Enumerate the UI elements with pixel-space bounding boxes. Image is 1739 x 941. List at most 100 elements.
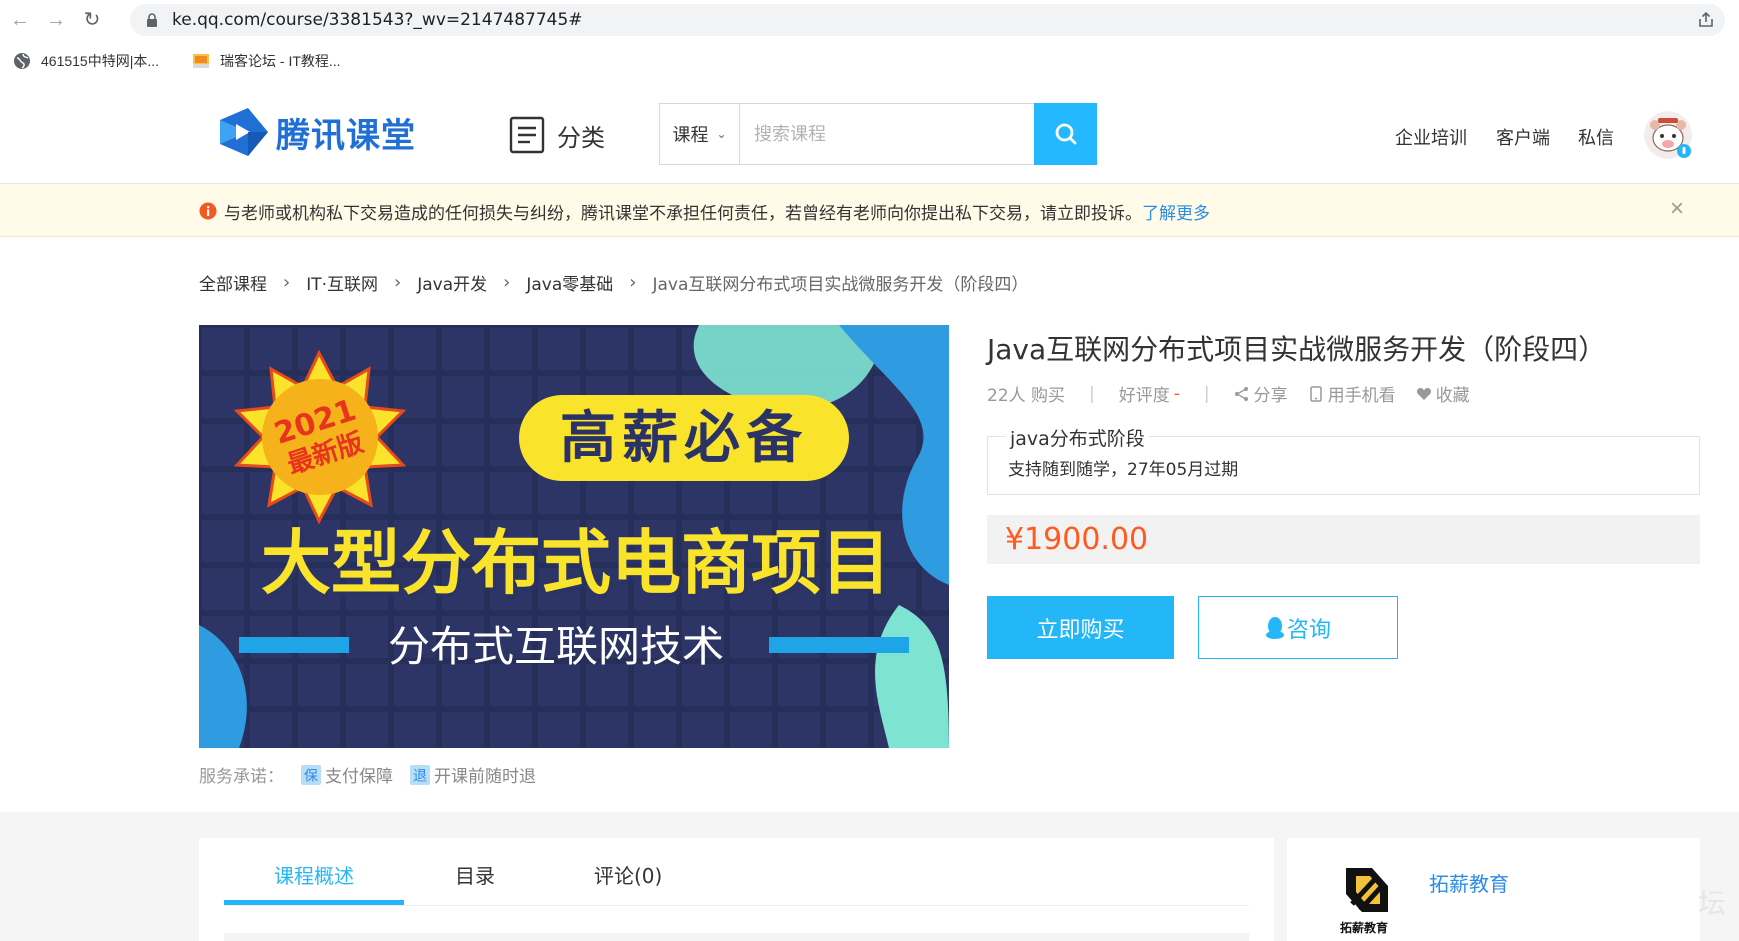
share-page-icon[interactable]: [1697, 11, 1715, 29]
avatar[interactable]: [1644, 111, 1692, 159]
rating-value: -: [1173, 383, 1180, 404]
user-avatar-icon: [1645, 112, 1691, 158]
refund-anytime[interactable]: 退 开课前随时退: [409, 762, 536, 787]
tab-content-area: [224, 933, 1249, 941]
site-header: 腾讯课堂 分类 课程 ⌄ 企业培训 客户端 私信: [0, 84, 1739, 184]
divider: |: [1203, 383, 1210, 404]
guarantee-icon: 保: [301, 764, 321, 785]
lock-icon: [147, 13, 157, 27]
client-app-link[interactable]: 客户端: [1496, 124, 1550, 150]
category-menu[interactable]: 分类: [509, 116, 605, 154]
price: ¥1900.00: [1005, 522, 1149, 557]
category-label: 分类: [557, 123, 605, 152]
messages-link[interactable]: 私信: [1578, 124, 1614, 150]
divider: |: [1089, 383, 1095, 404]
forward-icon[interactable]: →: [44, 8, 68, 32]
notice-message: 与老师或机构私下交易造成的任何损失与纠纷，腾讯课堂不承担任何责任，若曾经有老师向…: [224, 204, 1142, 224]
tab-catalog[interactable]: 目录: [455, 860, 495, 889]
plan-title: java分布式阶段: [1006, 424, 1149, 451]
consult-label: 咨询: [1286, 617, 1331, 643]
breadcrumb-item[interactable]: Java零基础: [526, 270, 613, 295]
list-icon: [509, 116, 545, 154]
organization-logo[interactable]: 拓薪教育: [1332, 864, 1396, 936]
search-button[interactable]: [1034, 103, 1097, 165]
bookmark-label: 461515中特网|本...: [41, 53, 160, 69]
share-label: 分享: [1253, 386, 1288, 406]
svg-text:拓薪教育: 拓薪教育: [1340, 920, 1388, 935]
breadcrumb-item[interactable]: Java开发: [417, 270, 487, 295]
notice-text: 与老师或机构私下交易造成的任何损失与纠纷，腾讯课堂不承担任何责任，若曾经有老师向…: [224, 199, 1210, 224]
favorite-label: 收藏: [1435, 386, 1470, 406]
bookmarks-bar: 461515中特网|本... 瑞客论坛 - IT教程...: [0, 44, 1739, 78]
share-button[interactable]: 分享: [1234, 381, 1288, 406]
watermark: 坛: [1698, 887, 1727, 920]
site-favicon-icon: [193, 54, 209, 68]
play-logo-icon: [220, 108, 268, 156]
close-icon[interactable]: ×: [1666, 197, 1688, 221]
browser-toolbar: ← → ↻ ke.qq.com/course/3381543?_wv=21474…: [0, 0, 1739, 40]
search-box: 课程 ⌄: [659, 103, 1097, 165]
info-icon: [199, 202, 217, 220]
service-promise: 服务承诺： 保 支付保障 退 开课前随时退: [199, 762, 536, 787]
banner-subline: 分布式互联网技术: [388, 622, 724, 671]
globe-icon: [14, 53, 30, 69]
qq-penguin-icon: [1265, 616, 1284, 639]
organization-name[interactable]: 拓薪教育: [1429, 868, 1509, 897]
chevron-down-icon: ⌄: [716, 127, 727, 141]
breadcrumb-item[interactable]: IT·互联网: [306, 270, 378, 295]
search-icon: [1055, 123, 1076, 145]
tab-comments[interactable]: 评论(0): [594, 860, 662, 889]
organization-card: 拓薪教育 拓薪教育: [1287, 838, 1700, 941]
reload-icon[interactable]: ↻: [80, 8, 104, 32]
banner-headline: 大型分布式电商项目: [261, 522, 891, 604]
breadcrumb: 全部课程 › IT·互联网 › Java开发 › Java零基础 › Java互…: [199, 270, 1028, 295]
refund-label: 开课前随时退: [434, 767, 536, 787]
course-meta: 22人 购买 | 好评度 - | 分享 用手机看 收藏: [987, 381, 1490, 407]
tab-overview[interactable]: 课程概述: [274, 860, 354, 889]
chevron-right-icon: ›: [629, 272, 637, 293]
rating-label: 好评度: [1118, 386, 1170, 406]
bookmark-label: 瑞客论坛 - IT教程...: [220, 53, 341, 69]
chevron-right-icon: ›: [503, 272, 511, 293]
mobile-view-label: 用手机看: [1327, 386, 1396, 406]
refund-icon: 退: [410, 764, 430, 785]
phone-icon: [1309, 385, 1322, 402]
heart-icon: [1416, 387, 1431, 400]
price-box: ¥1900.00: [987, 515, 1700, 564]
plan-description: 支持随到随学，27年05月过期: [1008, 460, 1239, 480]
mobile-view-button[interactable]: 用手机看: [1308, 381, 1396, 406]
payment-guarantee[interactable]: 保 支付保障: [300, 762, 393, 787]
breadcrumb-item[interactable]: 全部课程: [199, 270, 267, 295]
address-bar[interactable]: ke.qq.com/course/3381543?_wv=2147487745#: [130, 4, 1725, 36]
breadcrumb-current: Java互联网分布式项目实战微服务开发（阶段四）: [652, 275, 1029, 295]
bookmark-item[interactable]: 461515中特网|本...: [13, 50, 159, 72]
service-label: 服务承诺：: [199, 767, 284, 787]
url-text[interactable]: ke.qq.com/course/3381543?_wv=2147487745#: [172, 10, 583, 30]
site-logo[interactable]: 腾讯课堂: [214, 106, 416, 158]
chevron-right-icon: ›: [283, 272, 291, 293]
banner-artwork: 2021 最新版 高薪必备 大型分布式电商项目 大型分布式电商项目 分布式互联网…: [199, 325, 949, 748]
chevron-right-icon: ›: [394, 272, 402, 293]
payment-guarantee-label: 支付保障: [325, 767, 393, 787]
banner-tag: 高薪必备: [560, 406, 808, 471]
search-type-dropdown[interactable]: 课程 ⌄: [660, 104, 740, 164]
consult-button[interactable]: 咨询: [1198, 596, 1398, 659]
buyer-count: 22人 购买: [987, 386, 1066, 406]
svg-text:保: 保: [304, 768, 318, 784]
course-banner: 2021 最新版 高薪必备 大型分布式电商项目 大型分布式电商项目 分布式互联网…: [199, 325, 949, 748]
share-icon: [1234, 386, 1248, 401]
course-tabs: 课程概述 目录 评论(0): [199, 838, 1274, 941]
back-icon[interactable]: ←: [8, 8, 32, 32]
favorite-button[interactable]: 收藏: [1416, 381, 1470, 406]
plan-option[interactable]: java分布式阶段 支持随到随学，27年05月过期: [987, 424, 1700, 495]
learn-more-link[interactable]: 了解更多: [1142, 204, 1210, 224]
search-type-label: 课程: [672, 125, 709, 146]
svg-text:退: 退: [413, 768, 427, 784]
notice-bar: 与老师或机构私下交易造成的任何损失与纠纷，腾讯课堂不承担任何责任，若曾经有老师向…: [0, 184, 1739, 237]
enterprise-training-link[interactable]: 企业培训: [1395, 124, 1467, 150]
divider: [224, 905, 1249, 906]
bookmark-item[interactable]: 瑞客论坛 - IT教程...: [192, 50, 341, 72]
course-title: Java互联网分布式项目实战微服务开发（阶段四）: [987, 333, 1607, 366]
logo-text: 腾讯课堂: [276, 115, 416, 156]
buy-now-button[interactable]: 立即购买: [987, 596, 1174, 659]
